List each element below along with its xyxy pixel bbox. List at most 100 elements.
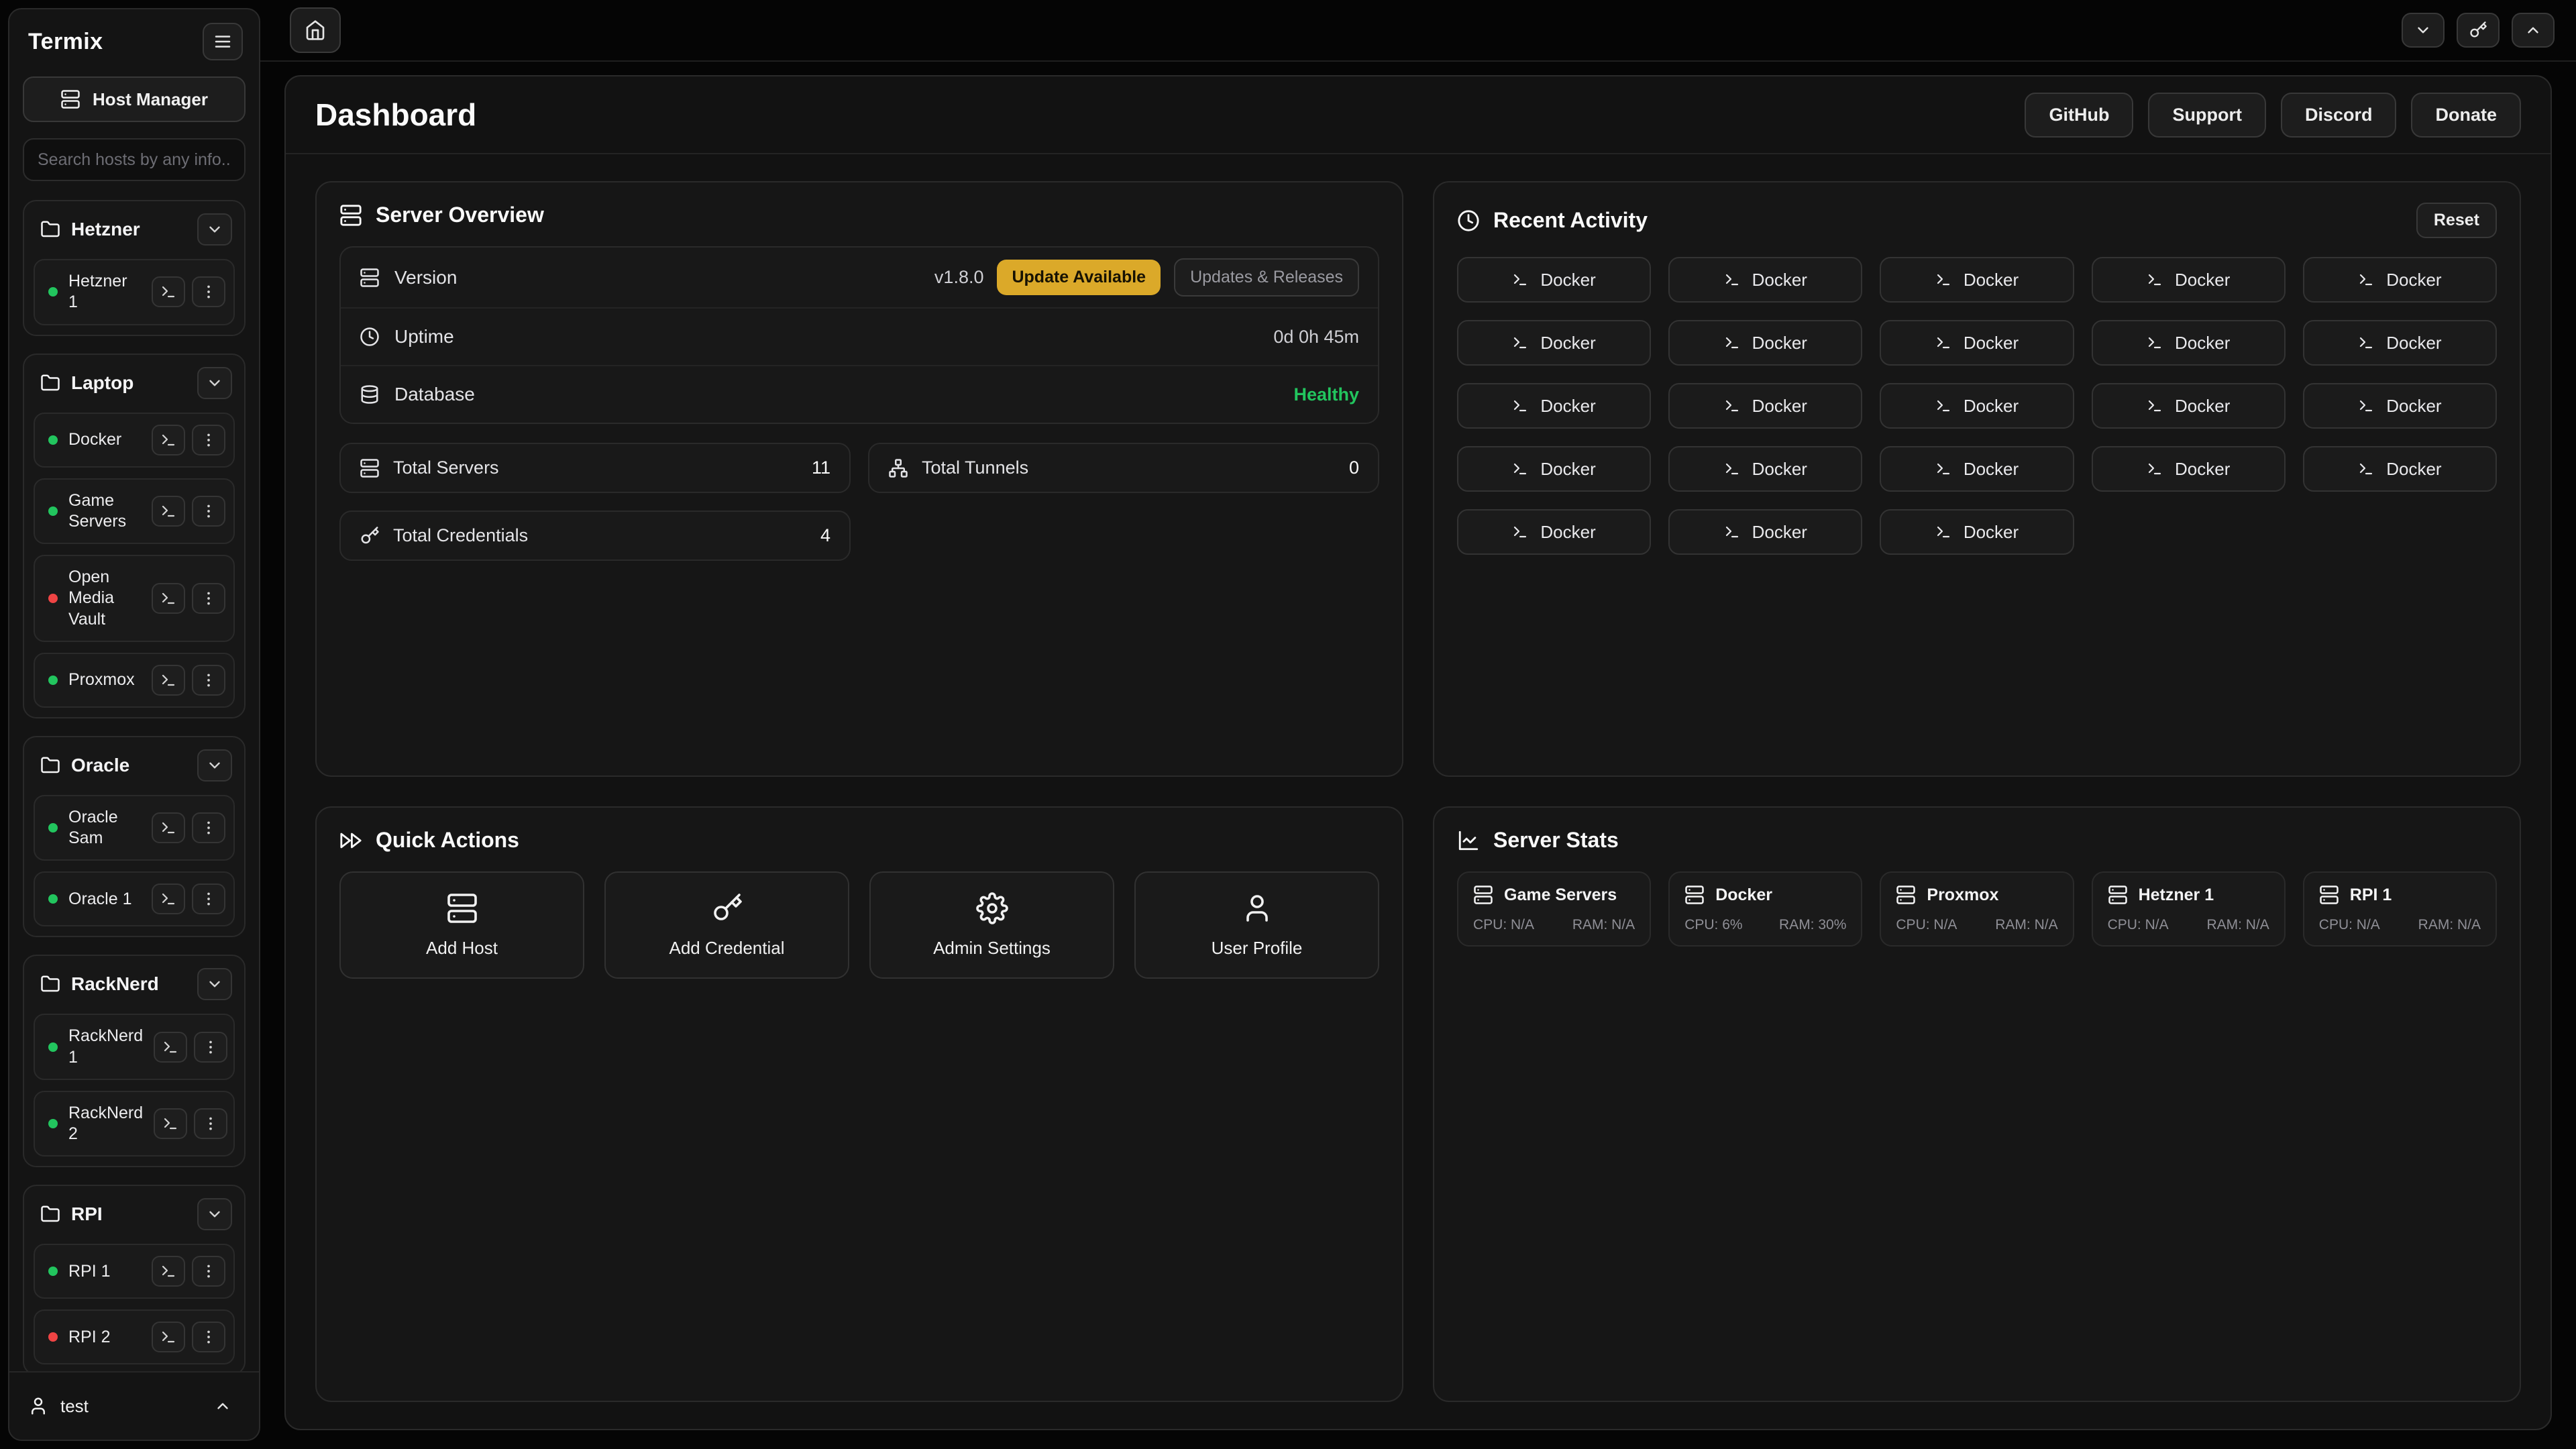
host-group-header[interactable]: RPI bbox=[34, 1195, 235, 1233]
group-collapse-button[interactable] bbox=[197, 367, 232, 399]
host-status-dot bbox=[48, 1042, 58, 1052]
reset-button[interactable]: Reset bbox=[2416, 203, 2497, 238]
gear-icon bbox=[976, 892, 1008, 924]
host-terminal-button[interactable] bbox=[152, 1322, 185, 1352]
host-terminal-button[interactable] bbox=[152, 1256, 185, 1287]
recent-activity-item[interactable]: Docker bbox=[2303, 320, 2497, 366]
host-terminal-button[interactable] bbox=[152, 583, 185, 614]
host-group-header[interactable]: Oracle bbox=[34, 747, 235, 784]
host-terminal-button[interactable] bbox=[152, 496, 185, 527]
recent-activity-item[interactable]: Docker bbox=[2303, 446, 2497, 492]
host-item[interactable]: Hetzner 1 bbox=[34, 259, 235, 325]
group-collapse-button[interactable] bbox=[197, 213, 232, 246]
terminal-icon bbox=[1935, 335, 1951, 351]
host-terminal-button[interactable] bbox=[154, 1108, 187, 1139]
sidebar-menu-button[interactable] bbox=[203, 23, 243, 60]
recent-activity-item[interactable]: Docker bbox=[1457, 320, 1651, 366]
recent-activity-item[interactable]: Docker bbox=[1880, 383, 2074, 429]
server-stat-tile[interactable]: Hetzner 1 CPU: N/A RAM: N/A bbox=[2092, 871, 2286, 947]
update-available-badge[interactable]: Update Available bbox=[997, 260, 1161, 295]
tab-home[interactable] bbox=[290, 7, 341, 53]
add-host-button[interactable]: Add Host bbox=[339, 871, 584, 979]
recent-activity-item[interactable]: Docker bbox=[1457, 509, 1651, 555]
server-stat-tile[interactable]: Docker CPU: 6% RAM: 30% bbox=[1668, 871, 1862, 947]
host-menu-button[interactable] bbox=[192, 496, 225, 527]
group-collapse-button[interactable] bbox=[197, 749, 232, 782]
host-item[interactable]: Proxmox bbox=[34, 653, 235, 708]
updates-releases-button[interactable]: Updates & Releases bbox=[1174, 258, 1359, 297]
server-icon bbox=[2108, 885, 2128, 905]
host-menu-button[interactable] bbox=[192, 883, 225, 914]
host-item[interactable]: Docker bbox=[34, 413, 235, 468]
host-terminal-button[interactable] bbox=[152, 276, 185, 307]
recent-activity-item[interactable]: Docker bbox=[2092, 320, 2286, 366]
host-menu-button[interactable] bbox=[192, 665, 225, 696]
host-menu-button[interactable] bbox=[194, 1108, 227, 1139]
host-item[interactable]: Oracle 1 bbox=[34, 871, 235, 926]
recent-activity-item[interactable]: Docker bbox=[1668, 509, 1862, 555]
host-group-header[interactable]: Hetzner bbox=[34, 211, 235, 248]
folder-icon bbox=[40, 755, 60, 775]
host-menu-button[interactable] bbox=[192, 583, 225, 614]
host-menu-button[interactable] bbox=[192, 812, 225, 843]
server-stat-tile[interactable]: RPI 1 CPU: N/A RAM: N/A bbox=[2303, 871, 2497, 947]
admin-settings-button[interactable]: Admin Settings bbox=[869, 871, 1114, 979]
server-stat-tile[interactable]: Proxmox CPU: N/A RAM: N/A bbox=[1880, 871, 2074, 947]
host-search-input[interactable] bbox=[23, 138, 246, 181]
recent-activity-item[interactable]: Docker bbox=[1668, 257, 1862, 303]
host-group-header[interactable]: Laptop bbox=[34, 364, 235, 402]
header-action-github[interactable]: GitHub bbox=[2025, 93, 2133, 138]
recent-activity-item[interactable]: Docker bbox=[1457, 383, 1651, 429]
recent-activity-item[interactable]: Docker bbox=[1457, 257, 1651, 303]
host-terminal-button[interactable] bbox=[152, 665, 185, 696]
host-item[interactable]: RPI 1 bbox=[34, 1244, 235, 1299]
recent-activity-item[interactable]: Docker bbox=[1457, 446, 1651, 492]
host-menu-button[interactable] bbox=[192, 1322, 225, 1352]
group-hosts: Oracle Sam Oracle 1 bbox=[34, 795, 235, 927]
host-menu-button[interactable] bbox=[194, 1032, 227, 1063]
recent-activity-item[interactable]: Docker bbox=[2092, 383, 2286, 429]
group-hosts: RackNerd 1 RackNerd 2 bbox=[34, 1014, 235, 1157]
host-item[interactable]: Game Servers bbox=[34, 478, 235, 545]
server-stat-tile[interactable]: Game Servers CPU: N/A RAM: N/A bbox=[1457, 871, 1651, 947]
activity-label: Docker bbox=[1964, 270, 2019, 290]
host-item[interactable]: Open Media Vault bbox=[34, 555, 235, 642]
user-menu-button[interactable] bbox=[203, 1387, 243, 1425]
host-menu-button[interactable] bbox=[192, 1256, 225, 1287]
recent-activity-item[interactable]: Docker bbox=[2303, 383, 2497, 429]
ssh-keys-button[interactable] bbox=[2457, 13, 2500, 48]
terminal-icon bbox=[1724, 461, 1740, 477]
host-item[interactable]: RackNerd 2 bbox=[34, 1091, 235, 1157]
recent-activity-item[interactable]: Docker bbox=[1668, 383, 1862, 429]
user-profile-button[interactable]: User Profile bbox=[1134, 871, 1379, 979]
recent-activity-item[interactable]: Docker bbox=[1668, 320, 1862, 366]
recent-activity-item[interactable]: Docker bbox=[1880, 320, 2074, 366]
recent-activity-item[interactable]: Docker bbox=[1880, 509, 2074, 555]
tabbar-expand-button[interactable] bbox=[2512, 13, 2555, 48]
group-collapse-button[interactable] bbox=[197, 968, 232, 1000]
host-menu-button[interactable] bbox=[192, 276, 225, 307]
host-item[interactable]: RackNerd 1 bbox=[34, 1014, 235, 1080]
tabbar-collapse-button[interactable] bbox=[2402, 13, 2445, 48]
host-menu-button[interactable] bbox=[192, 425, 225, 455]
host-manager-button[interactable]: Host Manager bbox=[23, 76, 246, 122]
recent-activity-item[interactable]: Docker bbox=[1880, 446, 2074, 492]
host-terminal-button[interactable] bbox=[154, 1032, 187, 1063]
recent-activity-item[interactable]: Docker bbox=[2092, 446, 2286, 492]
header-action-support[interactable]: Support bbox=[2148, 93, 2265, 138]
recent-activity-item[interactable]: Docker bbox=[1880, 257, 2074, 303]
host-group-header[interactable]: RackNerd bbox=[34, 965, 235, 1003]
host-item[interactable]: Oracle Sam bbox=[34, 795, 235, 861]
recent-activity-item[interactable]: Docker bbox=[1668, 446, 1862, 492]
header-action-donate[interactable]: Donate bbox=[2411, 93, 2521, 138]
header-action-discord[interactable]: Discord bbox=[2281, 93, 2397, 138]
add-credential-button[interactable]: Add Credential bbox=[604, 871, 849, 979]
sidebar-footer[interactable]: test bbox=[9, 1371, 259, 1440]
recent-activity-item[interactable]: Docker bbox=[2303, 257, 2497, 303]
group-collapse-button[interactable] bbox=[197, 1198, 232, 1230]
host-terminal-button[interactable] bbox=[152, 812, 185, 843]
recent-activity-item[interactable]: Docker bbox=[2092, 257, 2286, 303]
host-item[interactable]: RPI 2 bbox=[34, 1309, 235, 1364]
host-terminal-button[interactable] bbox=[152, 883, 185, 914]
host-terminal-button[interactable] bbox=[152, 425, 185, 455]
